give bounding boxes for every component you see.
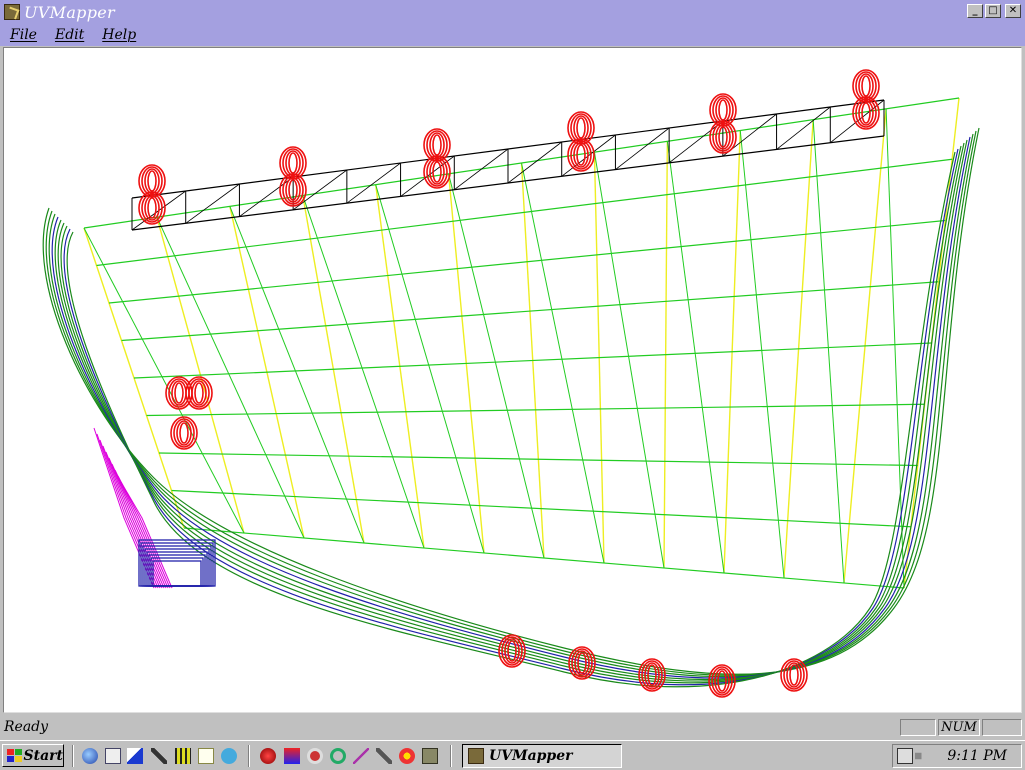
- deck-green-diagonal: [375, 184, 485, 554]
- task-uvmapper-button[interactable]: UVMapper: [462, 744, 622, 768]
- stern-structure: [93, 427, 216, 589]
- deck-green-diagonal: [812, 119, 845, 584]
- lamp-wire: [147, 170, 157, 192]
- lamp-wire: [429, 132, 445, 158]
- red-orb-icon[interactable]: [260, 748, 276, 764]
- flower-icon[interactable]: [399, 748, 415, 764]
- windows-logo-icon: [7, 748, 22, 763]
- maximize-button[interactable]: □: [985, 4, 1001, 18]
- task-label: UVMapper: [489, 748, 573, 764]
- stern-line: [108, 457, 165, 589]
- system-tray: 9:11 PM: [892, 744, 1022, 768]
- lamp-wire: [432, 161, 442, 183]
- lamp-wire: [861, 75, 871, 97]
- run-icon[interactable]: [376, 748, 392, 764]
- status-bar: Ready NUM: [0, 716, 1025, 738]
- lamp-wire: [176, 420, 192, 446]
- deck-green-diagonal: [666, 141, 725, 574]
- window-controls: _ □ ✕: [967, 4, 1021, 18]
- lamp-wire: [174, 382, 184, 404]
- lamp-wire: [429, 159, 445, 185]
- box-icon[interactable]: [422, 748, 438, 764]
- clock: 9:11 PM: [947, 748, 1007, 764]
- menu-bar: File Edit Help: [0, 24, 1025, 46]
- deck-green-diagonal: [521, 162, 605, 564]
- refresh-icon[interactable]: [330, 748, 346, 764]
- pen-icon[interactable]: [353, 748, 369, 764]
- hull-ring: [57, 142, 965, 682]
- wireframe-model: [42, 69, 980, 698]
- gear-icon[interactable]: [307, 748, 323, 764]
- lamp-wire: [647, 664, 657, 686]
- tool-icon[interactable]: [151, 748, 167, 764]
- arrow-icon[interactable]: [127, 748, 143, 764]
- minimize-button[interactable]: _: [967, 4, 983, 18]
- paint-icon[interactable]: [221, 748, 237, 764]
- taskbar-separator: [248, 745, 250, 767]
- hull-ring: [63, 148, 959, 686]
- lamp-wire: [432, 134, 442, 156]
- start-button[interactable]: Start: [2, 744, 64, 767]
- lamp-wire: [861, 102, 871, 124]
- lamp-wire: [288, 152, 298, 174]
- lamp-wire: [858, 73, 874, 99]
- deck-green-diagonal: [302, 195, 425, 549]
- model-viewport[interactable]: [3, 47, 1022, 713]
- status-panel-num: NUM: [938, 719, 980, 736]
- lamp-wire: [144, 195, 160, 221]
- heart-icon[interactable]: [284, 748, 300, 764]
- deck-green-line: [171, 489, 911, 528]
- taskbar-separator: [72, 745, 74, 767]
- lamp-wire: [144, 168, 160, 194]
- deck-green-line: [83, 97, 960, 229]
- outlook-icon[interactable]: [105, 748, 121, 764]
- beam-truss: [131, 99, 885, 231]
- network-icon[interactable]: [897, 748, 913, 764]
- deck-green-line: [183, 527, 905, 589]
- speaker-icon[interactable]: [915, 748, 931, 764]
- taskbar-separator: [450, 745, 452, 767]
- deck-green-diagonal: [739, 130, 785, 579]
- deck-green-diagonal: [593, 152, 665, 569]
- status-panel-scroll: [982, 719, 1022, 736]
- title-bar: UVMapper _ □ ✕: [0, 0, 1025, 24]
- lamp-wire: [179, 422, 189, 444]
- status-text: Ready: [4, 719, 49, 735]
- menu-help[interactable]: Help: [102, 27, 136, 43]
- deck-green-line: [121, 281, 939, 342]
- deck-green-diagonal: [448, 173, 545, 559]
- menu-edit[interactable]: Edit: [55, 27, 84, 43]
- status-panel-caps: [900, 719, 936, 736]
- taskbar: Start UVMapper 9:11 PM: [0, 740, 1025, 770]
- lamp-wire: [573, 115, 589, 141]
- close-button[interactable]: ✕: [1005, 4, 1021, 18]
- lamp-wire: [715, 97, 731, 123]
- lamp-wire: [171, 380, 187, 406]
- lamp-wire: [194, 382, 204, 404]
- lamp-wire: [718, 99, 728, 121]
- note-icon[interactable]: [198, 748, 214, 764]
- uvmapper-app-icon[interactable]: [4, 4, 20, 20]
- menu-file[interactable]: File: [10, 27, 37, 43]
- ie-icon[interactable]: [82, 748, 98, 764]
- lamp-wire: [191, 380, 207, 406]
- uvmapper-task-icon: [468, 748, 484, 764]
- start-label: Start: [23, 747, 64, 764]
- lamp-wire: [285, 150, 301, 176]
- lamp-wire: [576, 117, 586, 139]
- grid-icon[interactable]: [175, 748, 191, 764]
- window-title: UVMapper: [24, 2, 115, 22]
- deck-green-diagonal: [229, 206, 365, 544]
- lamp-group: [138, 69, 880, 698]
